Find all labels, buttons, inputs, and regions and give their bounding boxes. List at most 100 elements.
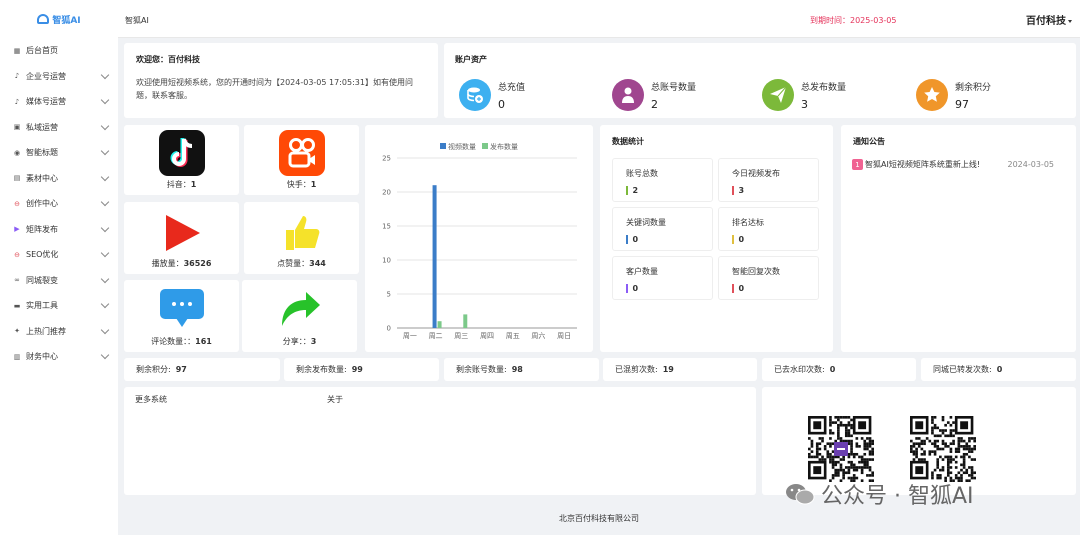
stat-value-row: 3: [732, 186, 818, 195]
sidebar-item[interactable]: ✦ 上热门推荐: [0, 319, 118, 345]
sidebar-item[interactable]: ▤ 素材中心: [0, 166, 118, 192]
stat-box: 客户数量 0: [612, 256, 713, 300]
asset-label: 总发布数量: [801, 82, 847, 93]
summary-value: 98: [511, 365, 523, 374]
platform-card[interactable]: 播放量：36526: [124, 202, 239, 274]
qr-code-icon: [910, 416, 976, 482]
asset-value: 97: [955, 97, 969, 111]
more-systems-link[interactable]: 更多系统: [135, 394, 167, 405]
sidebar: 智狐AI ▦ 后台首页 ♪ 企业号运营 ♪ 媒体号运营 ▣ 私域运营 ◉ 智能标题 ▤ 素材中心 ⊖ 创作…: [0, 0, 118, 535]
asset-label: 总充值: [498, 82, 526, 93]
sidebar-item[interactable]: ⊖ 创作中心: [0, 191, 118, 217]
y-tick-label: 15: [382, 223, 391, 231]
legend-swatch: [440, 143, 446, 149]
sidebar-item[interactable]: ∞ 同城裂变: [0, 268, 118, 294]
user-name: 百付科技: [1026, 16, 1066, 27]
weekly-bar-chart: 视频数量 发布数量 0 5 10 15 20 25 周一 周二 周三 周四 周五 周六 周日: [382, 142, 577, 340]
legend-swatch: [482, 143, 488, 149]
platform-stat: 点赞量：344: [244, 258, 359, 269]
thumbs-up-icon: [244, 212, 359, 254]
stats-title: 数据统计: [612, 137, 644, 146]
summary-label: 剩余账号数量:: [456, 365, 507, 374]
user-dropdown[interactable]: 百付科技: [1026, 12, 1072, 27]
stat-label: 账号总数: [626, 169, 658, 178]
x-tick-label: 周六: [531, 331, 545, 340]
platform-card[interactable]: 快手：1: [244, 125, 359, 195]
sidebar-item-label: 创作中心: [26, 199, 58, 209]
x-tick-label: 周三: [454, 332, 468, 340]
chevron-down-icon: [100, 249, 110, 258]
stat-label: 排名达标: [732, 218, 764, 227]
send-icon: [762, 79, 794, 111]
stat-color-bar: [626, 284, 628, 293]
logo[interactable]: 智狐AI: [0, 0, 118, 38]
sidebar-item[interactable]: ▦ 后台首页: [0, 38, 118, 64]
sidebar-item[interactable]: ▬ 实用工具: [0, 293, 118, 319]
user-icon: [612, 79, 644, 111]
platform-stat: 评论数量：：161: [124, 336, 239, 347]
summary-stat: 剩余发布数量: 99: [284, 358, 439, 381]
welcome-title: 欢迎您：百付科技: [136, 55, 200, 64]
stat-value: 0: [738, 235, 745, 244]
platform-stat: 分享：：3: [242, 336, 357, 347]
stat-box: 智能回复次数 0: [718, 256, 819, 300]
summary-stat: 已混剪次数: 19: [603, 358, 757, 381]
sidebar-item[interactable]: ⊖ SEO优化: [0, 242, 118, 268]
chevron-down-icon: [100, 198, 110, 207]
sidebar-item-label: 私域运营: [26, 122, 58, 132]
summary-label: 同城已转发次数:: [933, 365, 992, 374]
y-tick-label: 5: [387, 291, 391, 299]
douyin-icon: [124, 130, 239, 176]
sidebar-item-label: 后台首页: [26, 46, 58, 56]
sidebar-item[interactable]: ▶ 矩阵发布: [0, 217, 118, 243]
stat-label: 关键词数量: [626, 218, 666, 227]
assets-title: 账户资产: [455, 55, 487, 64]
platform-card[interactable]: 抖音：1: [124, 125, 239, 195]
notice-number-badge: 1: [852, 159, 863, 170]
stat-box: 关键词数量 0: [612, 207, 713, 251]
asset-value: 3: [801, 97, 808, 111]
robot-icon: ◉: [13, 148, 21, 157]
asset-label: 总账号数量: [651, 82, 697, 93]
summary-stat: 剩余账号数量: 98: [444, 358, 599, 381]
chevron-down-icon: [100, 147, 110, 156]
fire-icon: ✦: [14, 327, 20, 336]
sidebar-item[interactable]: ▥ 财务中心: [0, 344, 118, 370]
about-link[interactable]: 关于: [327, 394, 343, 405]
platform-card[interactable]: 点赞量：344: [244, 202, 359, 274]
notice-item[interactable]: 1 智狐AI短视频矩阵系统重新上线! 2024-03-05: [852, 159, 1054, 170]
sidebar-item[interactable]: ♪ 媒体号运营: [0, 89, 118, 115]
sidebar-item[interactable]: ♪ 企业号运营: [0, 64, 118, 90]
wallet-icon: ▥: [13, 352, 21, 361]
welcome-card: 欢迎您：百付科技 欢迎使用短视频系统，您的开通时间为【2024-03-05 17…: [124, 43, 438, 118]
platform-value: 344: [309, 259, 326, 268]
stat-value-row: 0: [732, 284, 818, 293]
platform-value: 36526: [183, 259, 212, 268]
asset-item: 总充值 0: [459, 79, 525, 111]
sidebar-item[interactable]: ▣ 私域运营: [0, 115, 118, 141]
platform-label: 分享：：: [282, 337, 311, 346]
platform-card[interactable]: 评论数量：：161: [124, 280, 239, 352]
x-tick-label: 周四: [480, 332, 494, 340]
caret-down-icon: [1068, 19, 1072, 23]
account-assets-card: 账户资产 总充值 0 总账号数量 2 总发布数量 3 剩余积分 97: [444, 43, 1076, 118]
asset-item: 总发布数量 3: [762, 79, 846, 111]
x-tick-label: 周二: [429, 332, 443, 340]
asset-label: 剩余积分: [955, 82, 992, 93]
sidebar-item-label: SEO优化: [26, 250, 59, 260]
summary-label: 已混剪次数:: [615, 365, 658, 374]
asset-item: 剩余积分 97: [916, 79, 991, 111]
footer-company: 北京百付科技有限公司: [559, 514, 639, 523]
video-icon: ▶: [14, 225, 20, 234]
summary-stat: 已去水印次数: 0: [762, 358, 916, 381]
circle-icon: ⊖: [14, 199, 20, 208]
stat-color-bar: [732, 284, 734, 293]
image-icon: ▣: [13, 123, 21, 132]
summary-stat: 剩余积分: 97: [124, 358, 280, 381]
chevron-down-icon: [100, 300, 110, 309]
asset-value: 0: [498, 97, 505, 111]
platform-card[interactable]: 分享：：3: [242, 280, 357, 352]
platform-stat: 播放量：36526: [124, 258, 239, 269]
kuaishou-icon: [244, 130, 359, 176]
sidebar-item[interactable]: ◉ 智能标题: [0, 140, 118, 166]
